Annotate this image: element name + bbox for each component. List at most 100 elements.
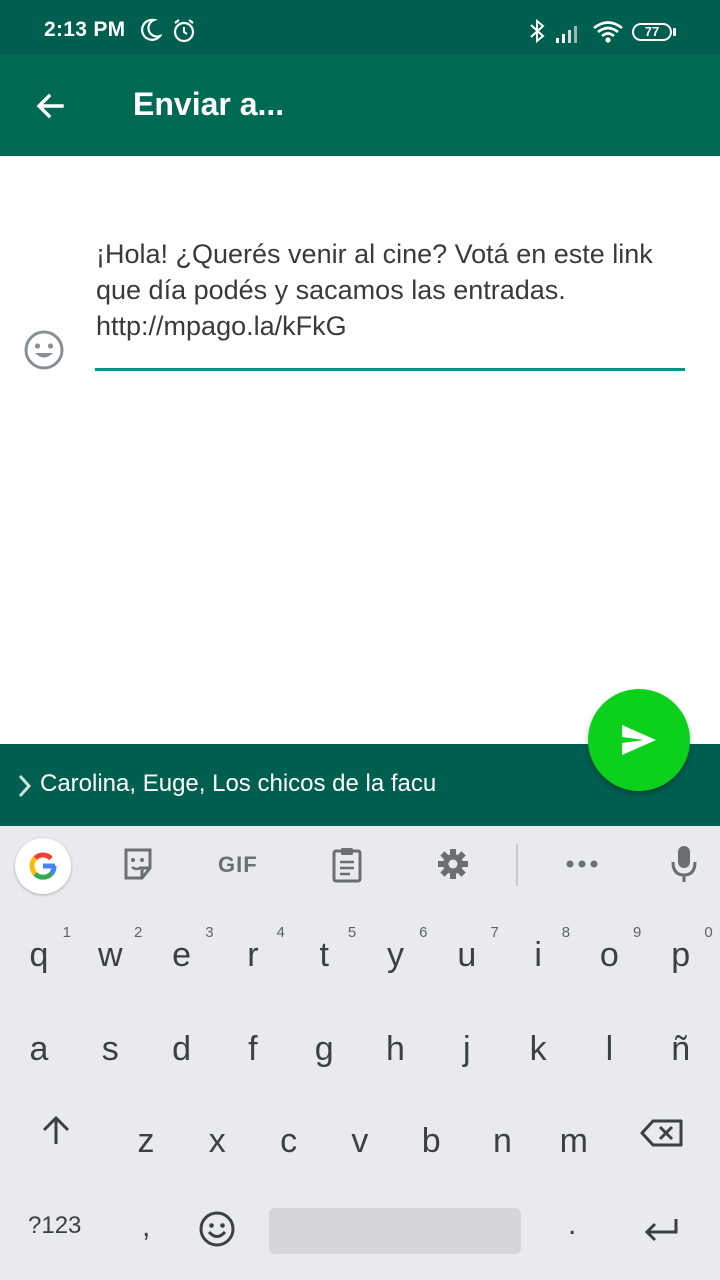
signal-icon (555, 22, 583, 49)
arrow-back-icon (36, 93, 64, 119)
key-label: n (493, 1122, 512, 1160)
key-m[interactable]: m (538, 1098, 610, 1182)
key-t[interactable]: t5 (288, 912, 360, 996)
backspace-icon (640, 1119, 683, 1147)
key-label: h (386, 1030, 405, 1068)
moon-icon (140, 18, 164, 47)
settings-button[interactable] (435, 846, 471, 887)
key-s[interactable]: s (74, 1006, 146, 1090)
key-label: b (421, 1122, 441, 1160)
battery-tip (673, 28, 676, 36)
comma-key[interactable]: , (142, 1210, 150, 1244)
key-label: w (98, 936, 123, 974)
key-number-hint: 2 (133, 924, 143, 941)
bluetooth-icon (528, 18, 546, 49)
status-time: 2:13 PM (44, 18, 126, 41)
key-label: z (137, 1122, 155, 1160)
page-title: Enviar a... (133, 86, 285, 122)
alarm-icon (172, 18, 196, 49)
key-label: t (319, 936, 329, 974)
keyboard: q1w2e3r4t5y6u7i8o9p0 asdfghjklñ zxcvbnm … (0, 906, 720, 1280)
app-bar: Enviar a... (0, 54, 720, 156)
key-number-hint: 1 (62, 924, 71, 941)
key-x[interactable]: x (181, 1098, 253, 1182)
key-g[interactable]: g (288, 1006, 360, 1090)
key-o[interactable]: o9 (573, 912, 645, 996)
key-z[interactable]: z (110, 1098, 182, 1182)
key-label: u (457, 936, 477, 974)
gif-button[interactable]: GIF (218, 852, 258, 878)
period-key[interactable]: . (568, 1208, 576, 1242)
input-underline (95, 368, 685, 371)
wifi-icon (592, 20, 624, 49)
emoji-key-icon (199, 1211, 235, 1247)
enter-key[interactable] (642, 1216, 680, 1249)
key-v[interactable]: v (324, 1098, 396, 1182)
status-bar: 2:13 PM 77 (0, 0, 720, 54)
clipboard-button[interactable] (330, 846, 364, 889)
emoji-button[interactable] (22, 328, 66, 372)
key-b[interactable]: b (395, 1098, 467, 1182)
mic-icon (671, 846, 697, 882)
key-f[interactable]: f (217, 1006, 289, 1090)
key-k[interactable]: k (502, 1006, 574, 1090)
emoji-key[interactable] (198, 1210, 236, 1253)
key-number-hint: 4 (276, 924, 285, 941)
voice-input-button[interactable] (670, 844, 698, 891)
key-number-hint: 9 (633, 924, 642, 941)
key-label: v (351, 1122, 369, 1160)
key-u[interactable]: u7 (431, 912, 503, 996)
key-number-hint: 7 (490, 924, 499, 941)
key-r[interactable]: r4 (217, 912, 289, 996)
key-d[interactable]: d (146, 1006, 218, 1090)
keyboard-toolbar: GIF (0, 826, 720, 906)
key-label: e (172, 936, 192, 974)
back-button[interactable] (22, 78, 78, 134)
battery-indicator: 77 (632, 23, 672, 41)
google-button[interactable] (15, 838, 71, 894)
send-button[interactable] (588, 689, 690, 791)
key-label: g (314, 1030, 334, 1068)
sticker-icon (124, 848, 152, 880)
key-label: a (29, 1030, 49, 1068)
key-a[interactable]: a (3, 1006, 75, 1090)
key-w[interactable]: w2 (74, 912, 146, 996)
space-bar[interactable] (269, 1208, 521, 1254)
chevron-right-icon (16, 772, 34, 805)
key-ñ[interactable]: ñ (645, 1006, 717, 1090)
key-label: ñ (671, 1030, 691, 1068)
key-y[interactable]: y6 (360, 912, 432, 996)
shift-key[interactable] (40, 1114, 72, 1151)
key-number-hint: 6 (419, 924, 428, 941)
symbols-key[interactable]: ?123 (28, 1212, 81, 1240)
send-icon (622, 725, 656, 755)
key-j[interactable]: j (431, 1006, 503, 1090)
key-h[interactable]: h (360, 1006, 432, 1090)
key-c[interactable]: c (253, 1098, 325, 1182)
message-input[interactable]: ¡Hola! ¿Querés venir al cine? Votá en es… (96, 236, 696, 344)
battery-level: 77 (644, 24, 660, 39)
clipboard-icon (332, 848, 362, 883)
more-button[interactable] (564, 854, 600, 879)
smiley-icon (24, 330, 64, 370)
key-q[interactable]: q1 (3, 912, 75, 996)
key-label: j (463, 1030, 471, 1068)
key-label: l (605, 1030, 614, 1068)
gear-icon (438, 849, 468, 879)
key-n[interactable]: n (467, 1098, 539, 1182)
recipients-list: Carolina, Euge, Los chicos de la facu (40, 770, 437, 797)
sticker-button[interactable] (120, 846, 156, 887)
key-e[interactable]: e3 (146, 912, 218, 996)
key-number-hint: 8 (561, 924, 571, 941)
key-i[interactable]: i8 (502, 912, 574, 996)
google-g-icon (29, 852, 57, 880)
enter-icon (644, 1219, 678, 1242)
key-label: s (101, 1030, 119, 1068)
key-p[interactable]: p0 (645, 912, 717, 996)
key-label: q (29, 936, 49, 974)
backspace-key[interactable] (640, 1118, 684, 1153)
key-label: d (172, 1030, 192, 1068)
shift-icon (42, 1115, 70, 1144)
compose-area: ¡Hola! ¿Querés venir al cine? Votá en es… (0, 156, 720, 744)
key-l[interactable]: l (573, 1006, 645, 1090)
